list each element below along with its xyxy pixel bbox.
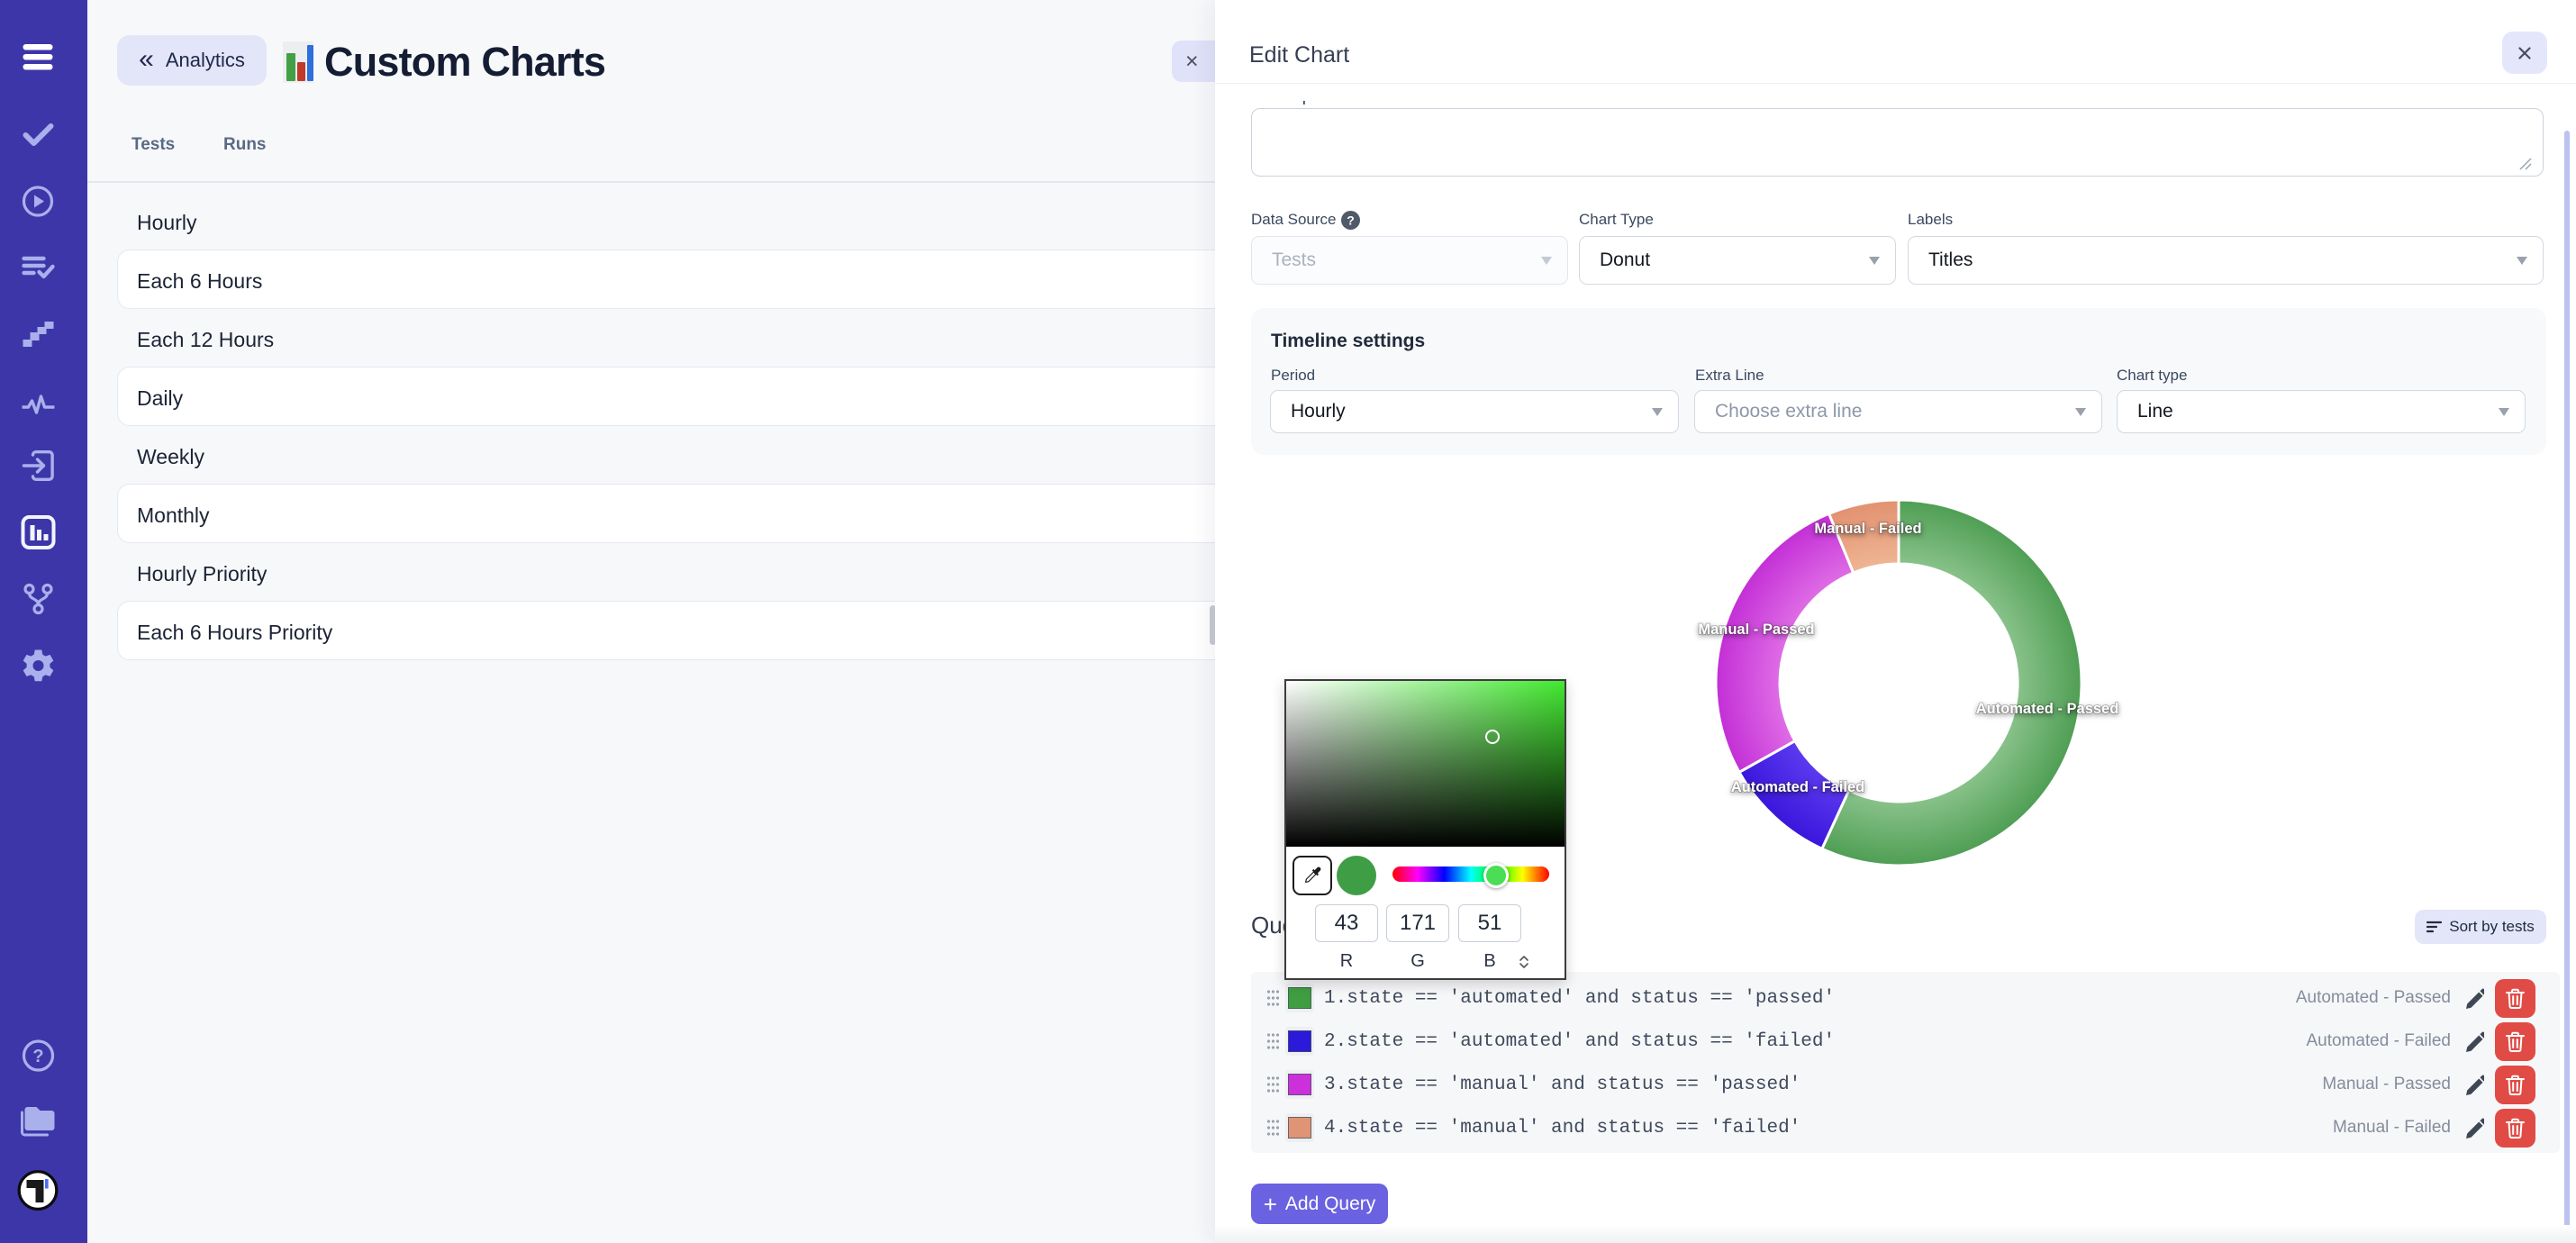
svg-text:Automated - Passed: Automated - Passed [1976, 701, 2119, 717]
svg-text:Manual - Failed: Manual - Failed [1814, 521, 1921, 537]
svg-text:Manual - Passed: Manual - Passed [1698, 622, 1814, 638]
svg-text:Automated - Failed: Automated - Failed [1731, 779, 1865, 795]
svg-text:?: ? [32, 1047, 43, 1066]
svg-text:?: ? [1347, 213, 1355, 228]
